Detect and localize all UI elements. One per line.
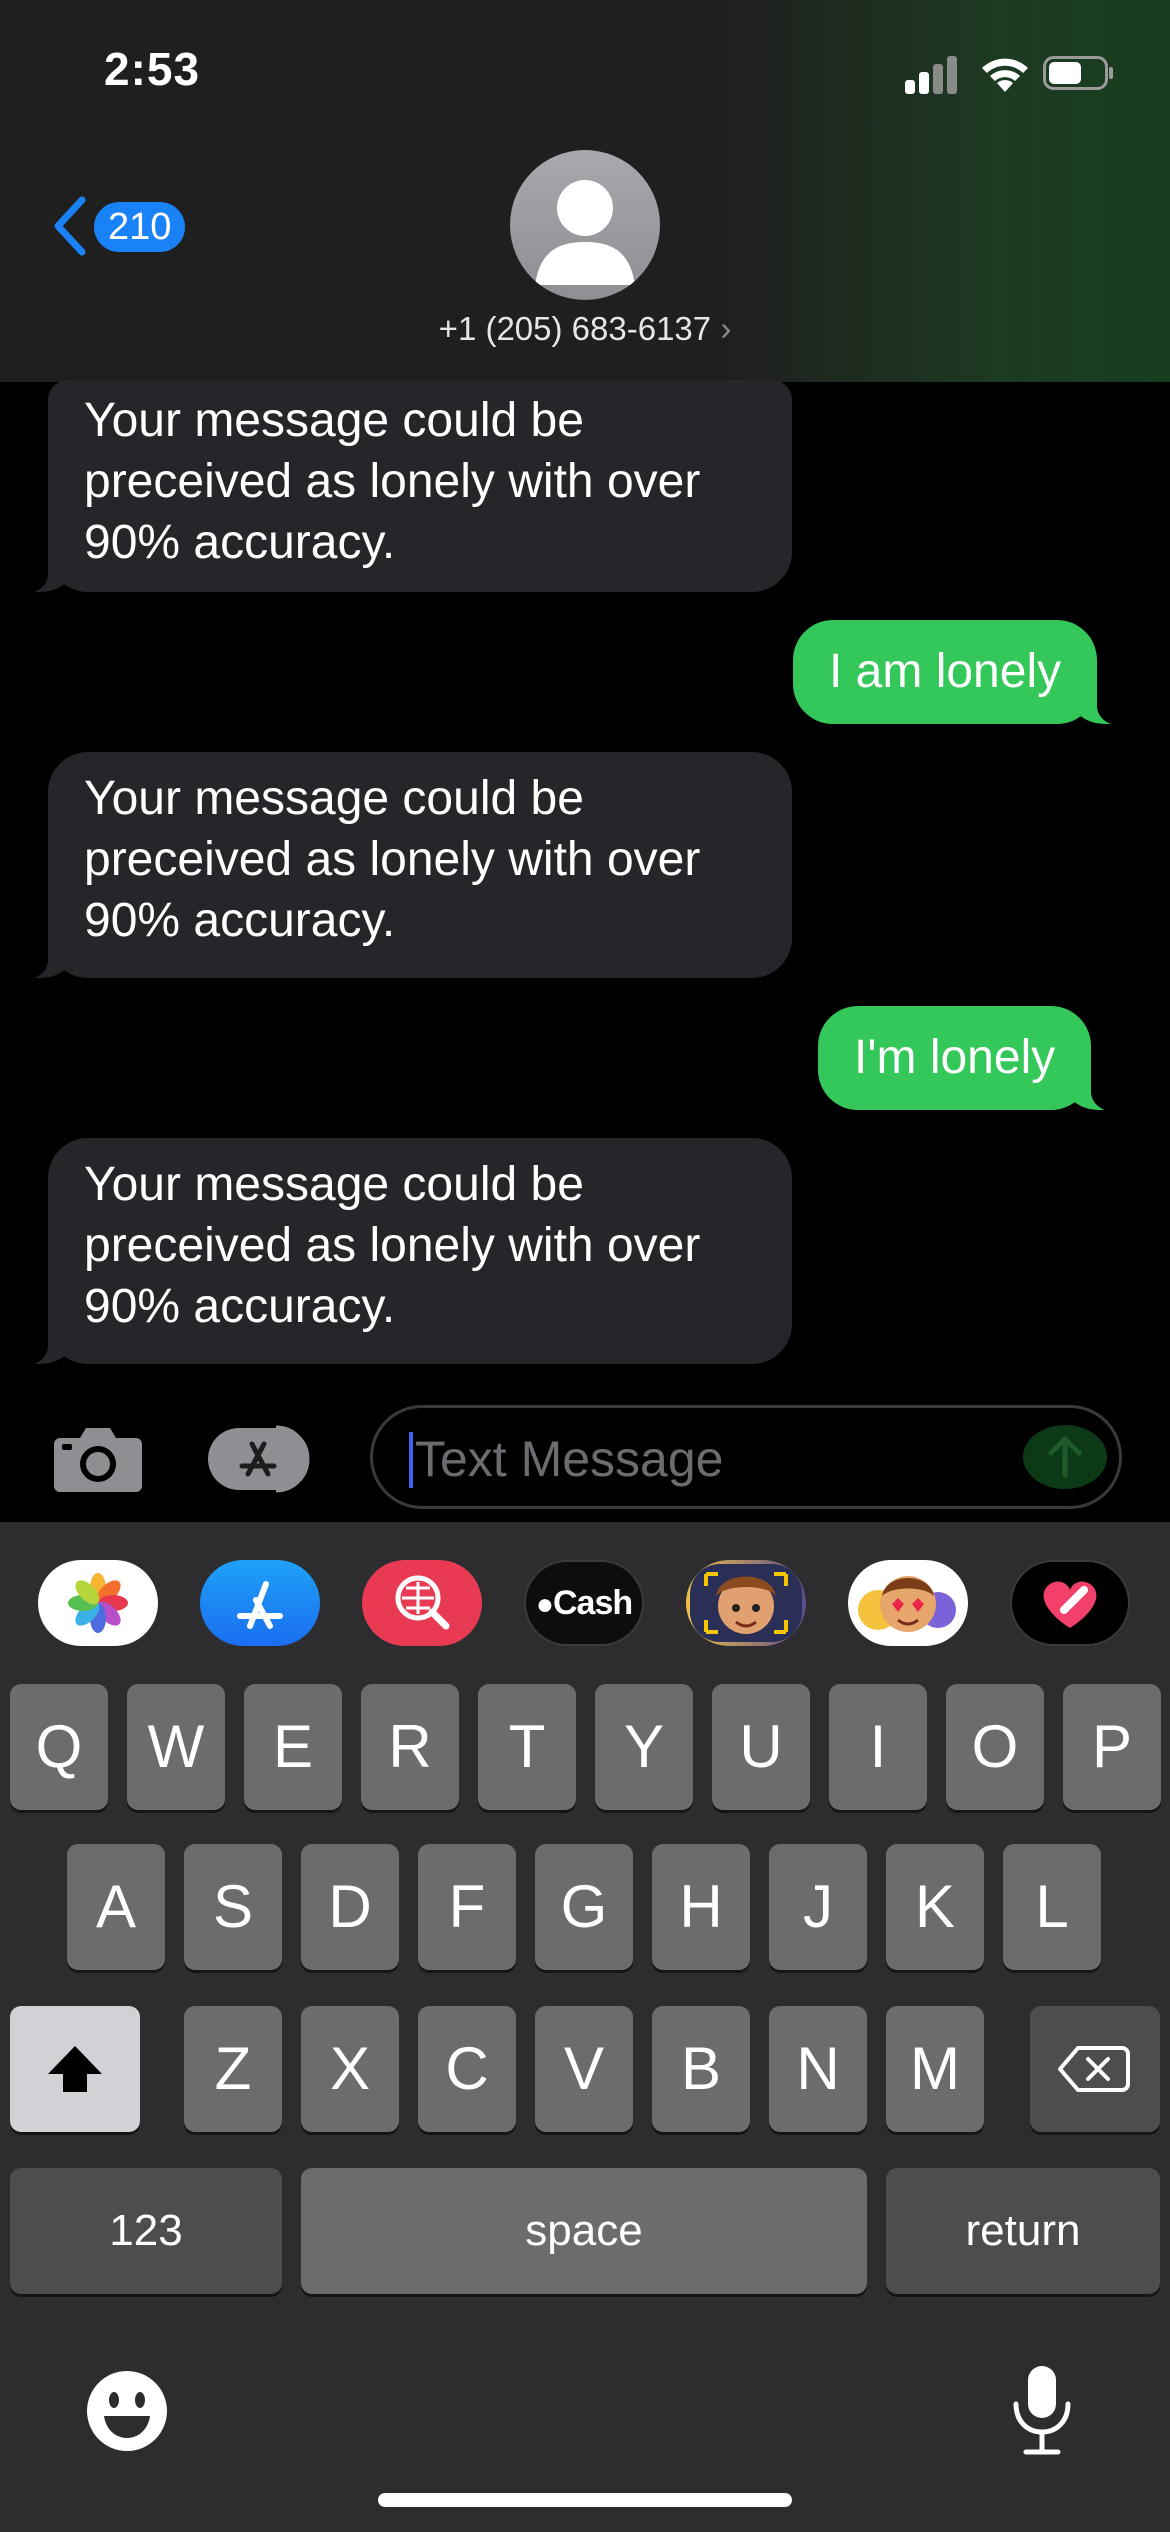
apps-button[interactable] [206,1424,318,1494]
key-a[interactable]: A [67,1844,165,1970]
apple-cash-label: Cash [552,1584,633,1622]
emoji-icon [87,2371,167,2451]
contact-name-button[interactable]: +1 (205) 683-6137 › [0,310,1170,348]
apple-logo-icon: ● [535,1588,554,1621]
send-button[interactable] [1023,1425,1107,1489]
home-indicator[interactable] [378,2493,792,2507]
key-e[interactable]: E [244,1684,342,1810]
message-text: Your message could be preceived as lonel… [84,1158,701,1333]
key-g[interactable]: G [535,1844,633,1970]
contact-number: +1 (205) 683-6137 [438,310,712,347]
battery-icon [1043,56,1113,90]
received-message[interactable]: Your message could be preceived as lonel… [20,380,792,594]
key-l[interactable]: L [1003,1844,1101,1970]
sent-message[interactable]: I'm lonely [818,1006,1120,1112]
shift-icon [48,2046,102,2092]
key-t[interactable]: T [478,1684,576,1810]
arrow-up-icon [1048,1436,1082,1478]
status-time: 2:53 [104,43,201,95]
wifi-icon [982,58,1028,92]
message-text: Your message could be preceived as lonel… [84,394,701,569]
key-w[interactable]: W [127,1684,225,1810]
text-cursor [409,1432,413,1488]
conversation-header: 2:53 210 +1 (205) 683-6137 › [0,0,1170,382]
key-k[interactable]: K [886,1844,984,1970]
dictation-button[interactable] [1004,2360,1080,2460]
images-search-icon[interactable] [362,1560,482,1646]
digital-touch-icon[interactable] [1010,1560,1130,1646]
key-o[interactable]: O [946,1684,1044,1810]
key-i[interactable]: I [829,1684,927,1810]
key-y[interactable]: Y [595,1684,693,1810]
delete-key[interactable] [1030,2006,1160,2132]
key-r[interactable]: R [361,1684,459,1810]
chevron-left-icon [54,196,86,256]
memoji-icon[interactable] [686,1560,806,1646]
key-f[interactable]: F [418,1844,516,1970]
memoji-stickers-icon[interactable] [848,1560,968,1646]
camera-icon [54,1428,142,1492]
key-n[interactable]: N [769,2006,867,2132]
key-s[interactable]: S [184,1844,282,1970]
apple-cash-icon[interactable]: ●Cash [524,1560,644,1646]
key-m[interactable]: M [886,2006,984,2132]
sent-message[interactable]: I am lonely [793,620,1126,726]
contact-avatar[interactable] [510,150,660,300]
key-h[interactable]: H [652,1844,750,1970]
shift-key[interactable] [10,2006,140,2132]
numbers-key[interactable]: 123 [10,2168,282,2294]
key-j[interactable]: J [769,1844,867,1970]
message-text: Your message could be preceived as lonel… [84,772,701,947]
key-z[interactable]: Z [184,2006,282,2132]
space-key[interactable]: space [301,2168,867,2294]
app-store-icon[interactable] [200,1560,320,1646]
message-input-placeholder: Text Message [415,1431,724,1487]
keyboard: ●Cash Q W E R T Y U I O P A S D F G H J … [0,1522,1170,2532]
message-text: I am lonely [829,645,1062,698]
received-message[interactable]: Your message could be preceived as lonel… [20,752,792,980]
message-input[interactable]: Text Message [370,1405,1122,1509]
key-v[interactable]: V [535,2006,633,2132]
return-key[interactable]: return [886,2168,1160,2294]
back-button[interactable]: 210 [50,190,190,260]
person-icon [535,180,635,285]
chevron-right-icon: › [720,310,732,347]
emoji-button[interactable] [84,2368,170,2454]
key-q[interactable]: Q [10,1684,108,1810]
key-d[interactable]: D [301,1844,399,1970]
backspace-icon [1058,2046,1130,2092]
microphone-icon [1013,2366,1071,2455]
key-c[interactable]: C [418,2006,516,2132]
key-u[interactable]: U [712,1684,810,1810]
photos-app-icon[interactable] [38,1560,158,1646]
received-message[interactable]: Your message could be preceived as lonel… [20,1138,792,1366]
message-text: I'm lonely [854,1031,1056,1084]
key-x[interactable]: X [301,2006,399,2132]
unread-count-badge: 210 [94,202,186,252]
cellular-signal-icon [905,54,959,94]
app-store-icon [208,1425,310,1493]
key-b[interactable]: B [652,2006,750,2132]
camera-button[interactable] [52,1424,144,1494]
key-p[interactable]: P [1063,1684,1161,1810]
